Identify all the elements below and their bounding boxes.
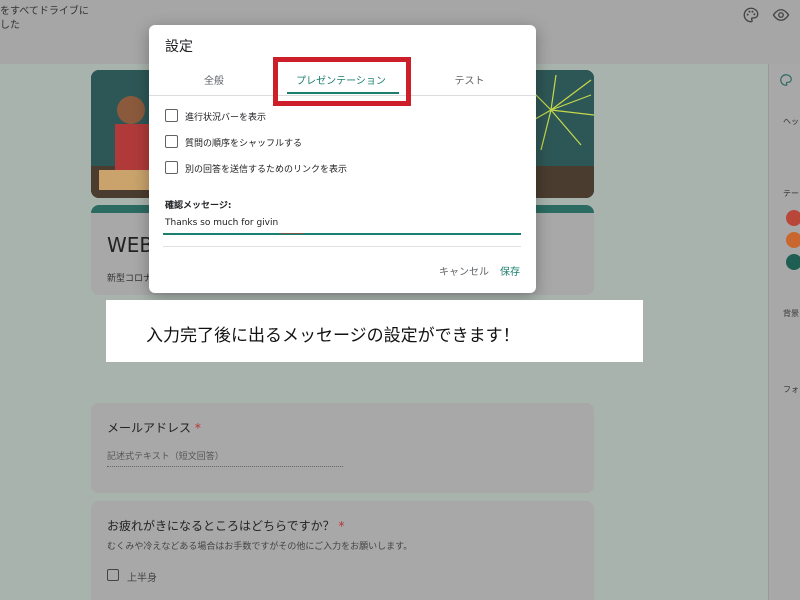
panel-label-header: ヘッ bbox=[783, 117, 799, 126]
cancel-button[interactable]: キャンセル bbox=[439, 263, 489, 278]
caption-text: 入力完了後に出るメッセージの設定ができます！ bbox=[146, 326, 520, 346]
progress-bar-checkbox[interactable] bbox=[165, 109, 178, 122]
panel-label-background: 背景 bbox=[783, 309, 799, 318]
form-title: WEB bbox=[107, 233, 154, 257]
palette-icon[interactable] bbox=[742, 6, 760, 24]
option-label: 質問の順序をシャッフルする bbox=[185, 139, 303, 149]
top-note-line2: した bbox=[0, 20, 20, 31]
shuffle-checkbox[interactable] bbox=[165, 135, 178, 148]
question-hint: 記述式テキスト（短文回答） bbox=[107, 449, 343, 467]
theme-color-swatch-selected[interactable] bbox=[786, 254, 800, 270]
theme-color-swatch[interactable] bbox=[786, 232, 800, 248]
right-panel: ヘッ テー 背景 フォ bbox=[768, 64, 800, 600]
question-subtitle: むくみや冷えなどある場合はお手数ですがその他にご入力をお願いします。 bbox=[107, 542, 413, 552]
dialog-title: 設定 bbox=[165, 39, 193, 55]
confirmation-message-input[interactable] bbox=[163, 213, 521, 235]
tab-highlight-annotation bbox=[273, 57, 411, 106]
top-note: をすべてドライブに した bbox=[0, 5, 120, 33]
form-description: 新型コロナ bbox=[107, 274, 153, 284]
spellcheck-underline bbox=[281, 231, 303, 234]
save-button[interactable]: 保存 bbox=[500, 263, 520, 278]
response-link-checkbox[interactable] bbox=[165, 161, 178, 174]
question-title: メールアドレス * bbox=[107, 421, 201, 435]
option-label: 別の回答を送信するためのリンクを表示 bbox=[185, 165, 348, 175]
tab-test[interactable]: テスト bbox=[403, 72, 536, 87]
question-card-email: メールアドレス * 記述式テキスト（短文回答） bbox=[91, 403, 594, 493]
question-card-body-area: お疲れがきになるところはどちらですか？ * むくみや冷えなどある場合はお手数です… bbox=[91, 501, 594, 600]
top-note-line1: をすべてドライブに bbox=[0, 6, 89, 17]
eye-icon[interactable] bbox=[772, 6, 790, 24]
tab-general[interactable]: 全般 bbox=[149, 72, 279, 87]
dialog-divider bbox=[163, 246, 521, 247]
option-checkbox[interactable] bbox=[107, 569, 119, 581]
option-label: 上半身 bbox=[127, 573, 157, 584]
panel-label-font: フォ bbox=[783, 385, 799, 394]
caption-box: 入力完了後に出るメッセージの設定ができます！ bbox=[106, 300, 643, 362]
option-label: 進行状況バーを表示 bbox=[185, 113, 267, 123]
theme-color-swatch[interactable] bbox=[786, 210, 800, 226]
question-title: お疲れがきになるところはどちらですか？ * bbox=[107, 519, 345, 533]
settings-dialog: 設定 全般 プレゼンテーション テスト 進行状況バーを表示 質問の順序をシャッフ… bbox=[149, 25, 536, 293]
confirmation-message-label: 確認メッセージ: bbox=[165, 201, 232, 211]
palette-icon bbox=[779, 72, 793, 91]
panel-label-theme: テー bbox=[783, 189, 799, 198]
